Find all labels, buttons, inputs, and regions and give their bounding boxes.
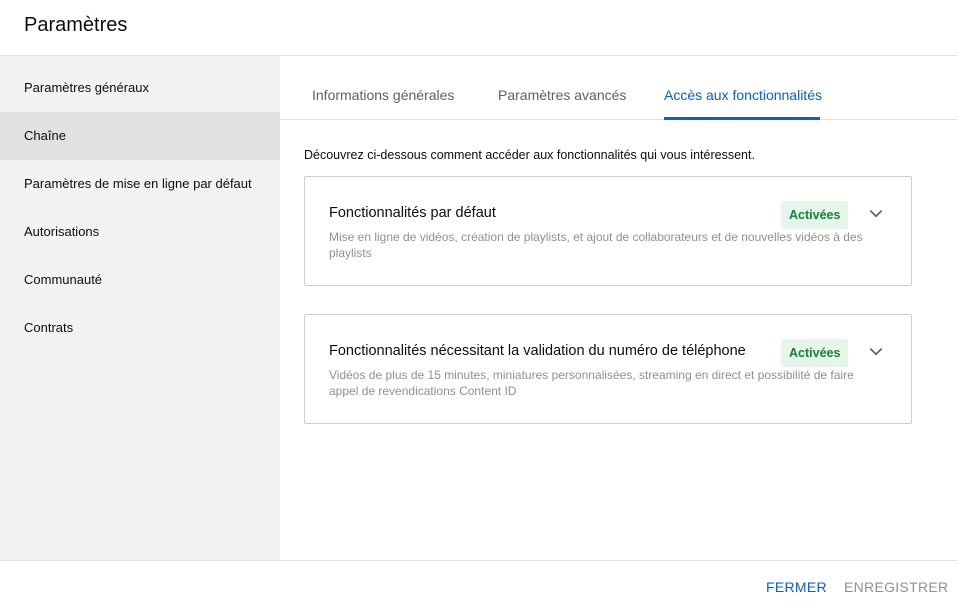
status-badge: Activées xyxy=(781,201,849,229)
feature-card-description: Mise en ligne de vidéos, création de pla… xyxy=(329,230,863,260)
sidebar-item-channel[interactable]: Chaîne xyxy=(0,112,280,160)
sidebar-item-agreements[interactable]: Contrats xyxy=(0,304,280,352)
save-button[interactable]: ENREGISTRER xyxy=(844,579,948,595)
sidebar-item-community[interactable]: Communauté xyxy=(0,256,280,304)
settings-sidebar: Paramètres généraux Chaîne Paramètres de… xyxy=(0,56,280,560)
dialog-title: Paramètres xyxy=(24,14,128,36)
dialog-footer: FERMER ENREGISTRER xyxy=(0,560,957,609)
chevron-down-icon[interactable] xyxy=(867,343,885,361)
tab-basic-info[interactable]: Informations générales xyxy=(312,87,454,103)
close-button[interactable]: FERMER xyxy=(766,579,827,595)
sidebar-item-upload-defaults[interactable]: Paramètres de mise en ligne par défaut xyxy=(0,160,280,208)
status-badge: Activées xyxy=(781,339,849,367)
feature-card-default[interactable]: Fonctionnalités par défaut Activées Mise… xyxy=(304,176,912,286)
sidebar-item-general[interactable]: Paramètres généraux xyxy=(0,64,280,112)
sidebar-item-permissions[interactable]: Autorisations xyxy=(0,208,280,256)
tab-advanced-settings[interactable]: Paramètres avancés xyxy=(498,87,626,103)
tab-bar: Informations générales Paramètres avancé… xyxy=(280,56,957,120)
dialog-header: Paramètres xyxy=(0,0,957,56)
chevron-down-icon[interactable] xyxy=(867,205,885,223)
tab-feature-eligibility[interactable]: Accès aux fonctionnalités xyxy=(664,87,822,103)
feature-card-phone-verified[interactable]: Fonctionnalités nécessitant la validatio… xyxy=(304,314,912,424)
feature-card-title: Fonctionnalités par défaut xyxy=(329,205,496,221)
settings-main: Informations générales Paramètres avancé… xyxy=(280,56,957,560)
feature-card-description: Vidéos de plus de 15 minutes, miniatures… xyxy=(329,368,854,398)
intro-text: Découvrez ci-dessous comment accéder aux… xyxy=(304,148,755,162)
feature-card-title: Fonctionnalités nécessitant la validatio… xyxy=(329,343,746,359)
active-tab-indicator xyxy=(664,117,820,120)
